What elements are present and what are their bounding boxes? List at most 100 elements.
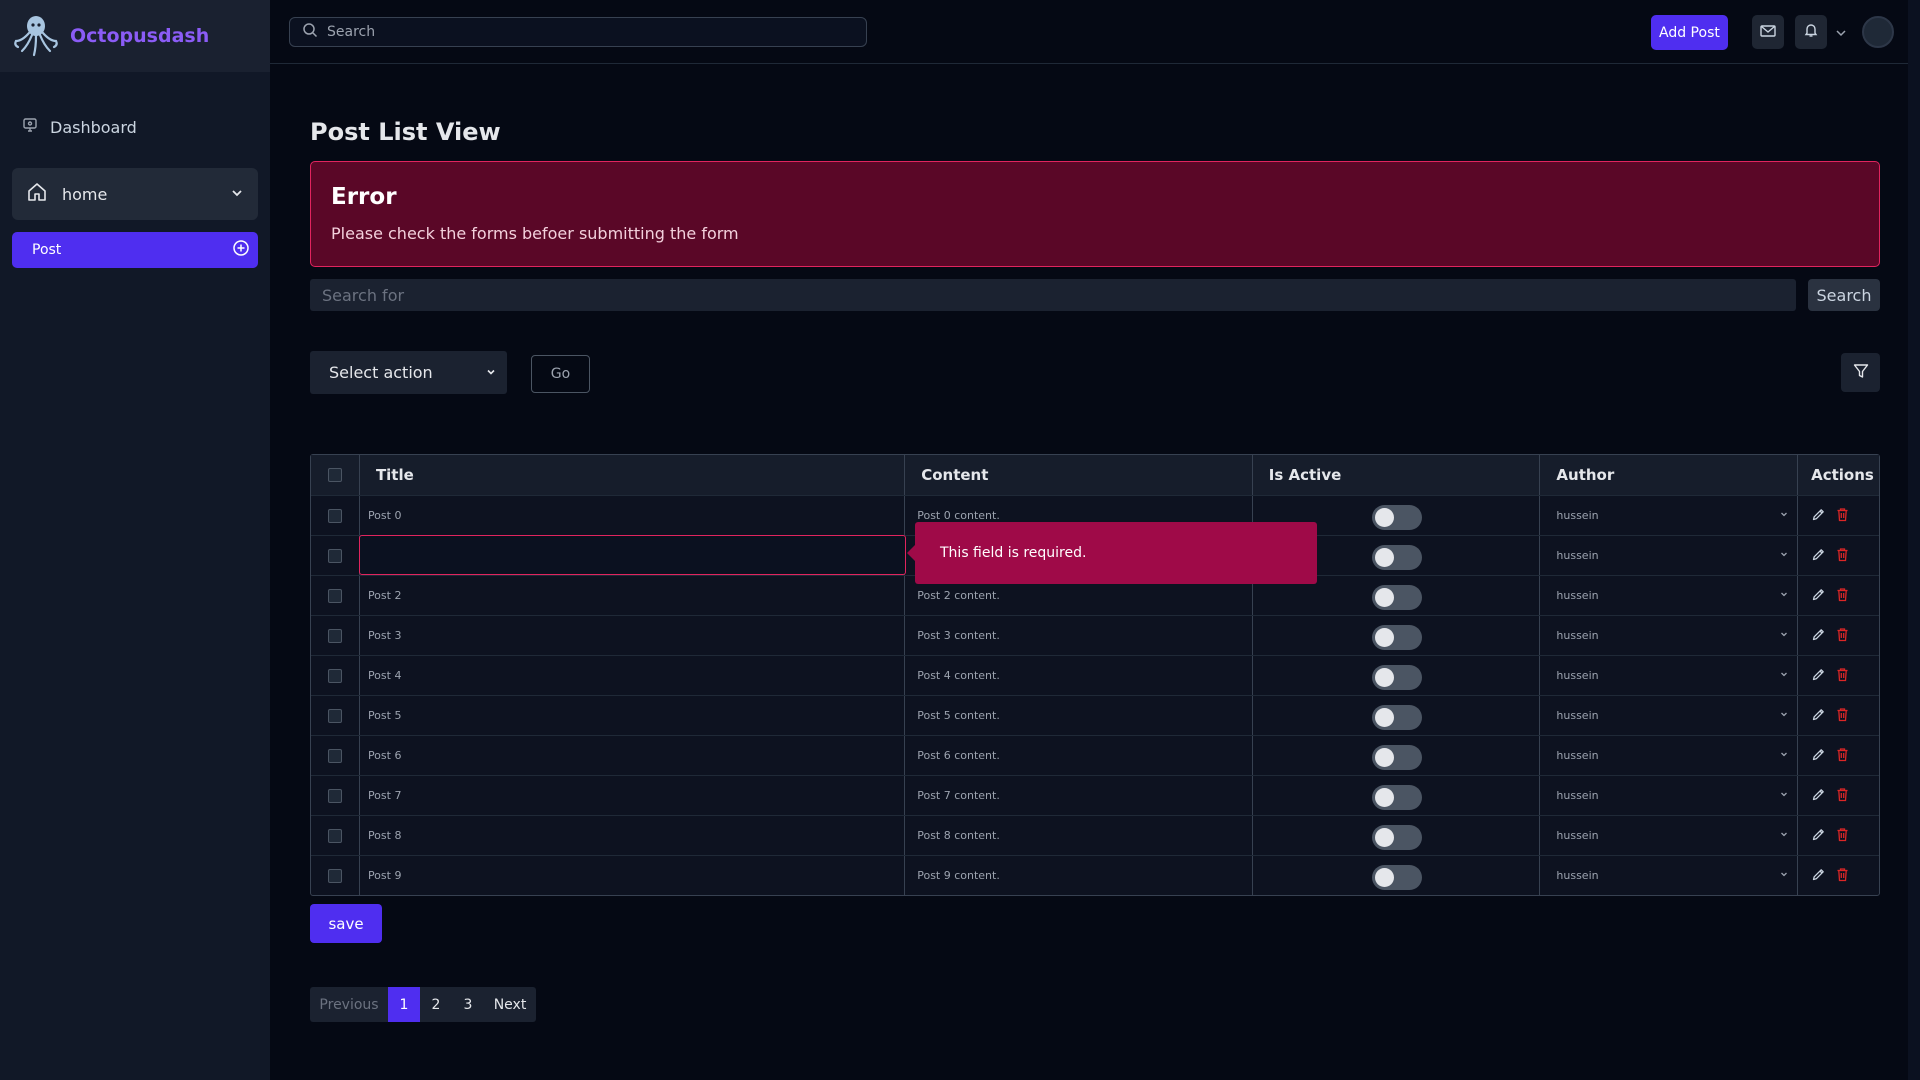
author-value: hussein (1556, 829, 1599, 842)
is-active-toggle[interactable] (1371, 785, 1422, 810)
pencil-icon[interactable] (1811, 507, 1826, 525)
author-select[interactable]: hussein (1540, 576, 1799, 615)
is-active-toggle[interactable] (1371, 625, 1422, 650)
pencil-icon[interactable] (1811, 827, 1826, 845)
row-checkbox[interactable] (327, 828, 342, 843)
sidebar-item-dashboard[interactable]: Dashboard (22, 117, 137, 137)
save-button[interactable]: save (310, 904, 382, 943)
title-input-error[interactable] (358, 535, 906, 575)
content-cell[interactable]: Post 7 content. (905, 776, 1253, 815)
title-cell[interactable]: Post 2 (360, 576, 906, 615)
row-checkbox[interactable] (327, 508, 342, 523)
trash-icon[interactable] (1836, 507, 1849, 525)
pencil-icon[interactable] (1811, 747, 1826, 765)
chevron-down-icon (1779, 789, 1789, 802)
trash-icon[interactable] (1836, 827, 1849, 845)
pencil-icon[interactable] (1811, 587, 1826, 605)
pencil-icon[interactable] (1811, 627, 1826, 645)
author-select[interactable]: hussein (1540, 656, 1799, 695)
notifications-button[interactable] (1795, 15, 1827, 49)
content-cell[interactable]: Post 5 content. (905, 696, 1253, 735)
is-active-toggle[interactable] (1371, 705, 1422, 730)
scrollbar[interactable] (1908, 0, 1920, 1080)
mail-button[interactable] (1752, 15, 1784, 49)
pencil-icon[interactable] (1811, 787, 1826, 805)
pencil-icon[interactable] (1811, 867, 1826, 885)
is-active-toggle[interactable] (1371, 865, 1422, 890)
trash-icon[interactable] (1836, 707, 1849, 725)
author-select[interactable]: hussein (1540, 536, 1799, 575)
pencil-icon[interactable] (1811, 707, 1826, 725)
row-checkbox[interactable] (327, 588, 342, 603)
pagination-page-1[interactable]: 1 (388, 987, 420, 1022)
content-cell[interactable]: Post 8 content. (905, 816, 1253, 855)
sidebar-item-home[interactable]: home (12, 168, 258, 220)
author-select[interactable]: hussein (1540, 776, 1799, 815)
author-select[interactable]: hussein (1540, 736, 1799, 775)
pencil-icon[interactable] (1811, 667, 1826, 685)
trash-icon[interactable] (1836, 547, 1849, 565)
is-active-toggle[interactable] (1371, 825, 1422, 850)
title-cell[interactable]: Post 8 (360, 816, 906, 855)
row-checkbox[interactable] (327, 708, 342, 723)
pagination-next[interactable]: Next (484, 987, 536, 1022)
sidebar-item-post[interactable]: Post (12, 232, 258, 268)
column-header-is-active[interactable]: Is Active (1253, 455, 1541, 495)
column-header-author[interactable]: Author (1540, 455, 1799, 495)
title-cell[interactable]: Post 5 (360, 696, 906, 735)
is-active-toggle[interactable] (1371, 585, 1422, 610)
trash-icon[interactable] (1836, 667, 1849, 685)
title-cell[interactable]: Post 7 (360, 776, 906, 815)
plus-circle-icon[interactable] (232, 239, 250, 261)
search-button[interactable]: Search (1808, 279, 1880, 311)
is-active-toggle[interactable] (1371, 665, 1422, 690)
avatar[interactable] (1862, 16, 1894, 48)
trash-icon[interactable] (1836, 867, 1849, 885)
chevron-down-icon[interactable] (1834, 25, 1848, 44)
filter-button[interactable] (1841, 353, 1880, 392)
author-select[interactable]: hussein (1540, 816, 1799, 855)
go-button[interactable]: Go (531, 355, 590, 393)
author-select[interactable]: hussein (1540, 856, 1799, 895)
author-value: hussein (1556, 629, 1599, 642)
is-active-toggle[interactable] (1371, 505, 1422, 530)
search-input[interactable] (310, 279, 1796, 311)
trash-icon[interactable] (1836, 787, 1849, 805)
trash-icon[interactable] (1836, 587, 1849, 605)
pencil-icon[interactable] (1811, 547, 1826, 565)
is-active-toggle[interactable] (1371, 545, 1422, 570)
title-cell[interactable]: Post 3 (360, 616, 906, 655)
author-select[interactable]: hussein (1540, 616, 1799, 655)
title-cell[interactable]: Post 6 (360, 736, 906, 775)
title-cell[interactable]: Post 9 (360, 856, 906, 895)
content-cell[interactable]: Post 9 content. (905, 856, 1253, 895)
top-search[interactable] (289, 17, 867, 47)
row-checkbox[interactable] (327, 628, 342, 643)
author-select[interactable]: hussein (1540, 496, 1799, 535)
content-cell[interactable]: Post 6 content. (905, 736, 1253, 775)
is-active-toggle[interactable] (1371, 745, 1422, 770)
content-cell[interactable]: Post 3 content. (905, 616, 1253, 655)
row-checkbox[interactable] (327, 548, 342, 563)
row-checkbox[interactable] (327, 748, 342, 763)
add-post-button[interactable]: Add Post (1651, 15, 1728, 50)
row-checkbox[interactable] (327, 868, 342, 883)
pagination-page-3[interactable]: 3 (452, 987, 484, 1022)
trash-icon[interactable] (1836, 747, 1849, 765)
row-checkbox[interactable] (327, 668, 342, 683)
chevron-down-icon[interactable] (230, 185, 244, 204)
title-cell[interactable]: Post 4 (360, 656, 906, 695)
column-header-title[interactable]: Title (360, 455, 906, 495)
title-cell[interactable]: Post 0 (360, 496, 906, 535)
row-checkbox[interactable] (327, 788, 342, 803)
content-cell[interactable]: Post 4 content. (905, 656, 1253, 695)
action-select[interactable]: Select action (310, 351, 507, 394)
column-header-content[interactable]: Content (905, 455, 1253, 495)
pagination-previous[interactable]: Previous (310, 987, 388, 1022)
brand[interactable]: Octopusdash (0, 0, 270, 72)
author-select[interactable]: hussein (1540, 696, 1799, 735)
top-search-input[interactable] (327, 24, 847, 40)
select-all-checkbox[interactable] (327, 468, 342, 482)
trash-icon[interactable] (1836, 627, 1849, 645)
pagination-page-2[interactable]: 2 (420, 987, 452, 1022)
